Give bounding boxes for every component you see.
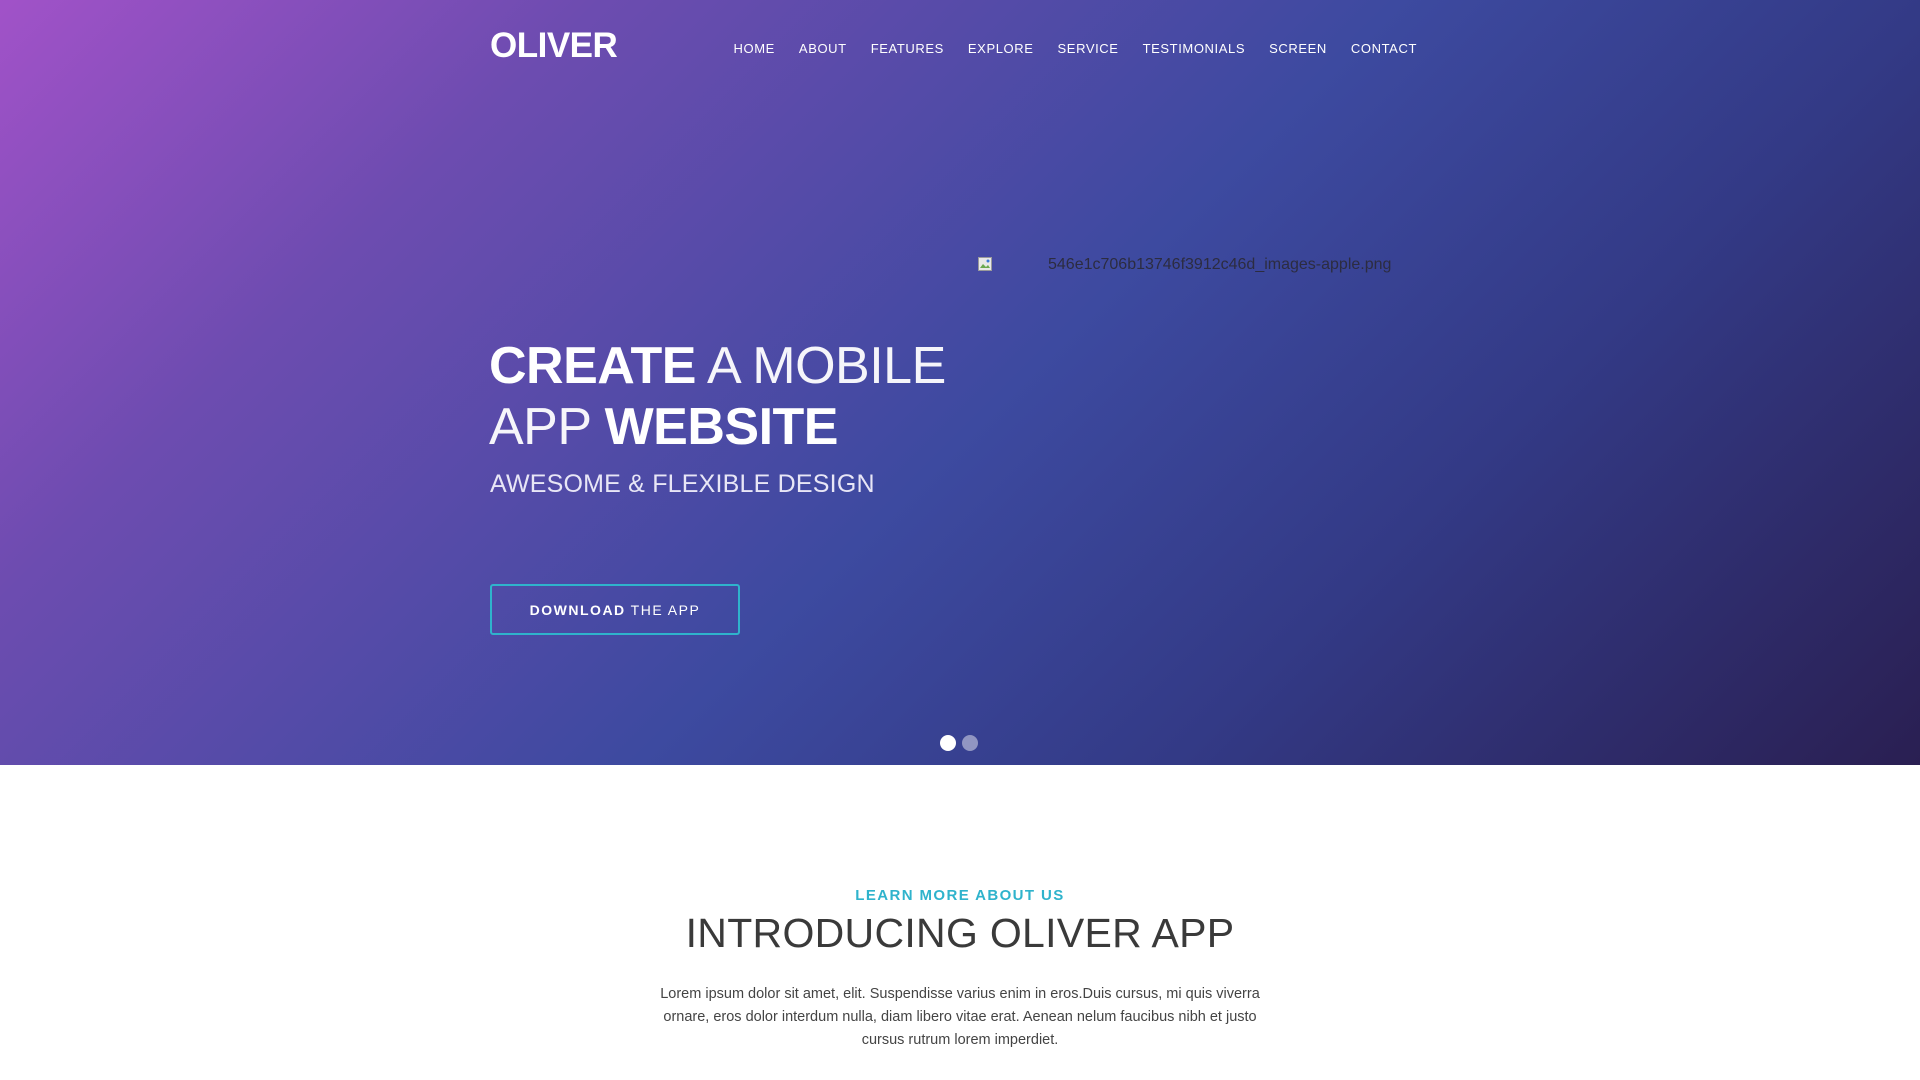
nav-item-features[interactable]: FEATURES xyxy=(871,41,944,56)
about-title: INTRODUCING OLIVER APP xyxy=(685,910,1235,956)
about-section: LEARN MORE ABOUT US INTRODUCING OLIVER A… xyxy=(0,765,1920,1080)
hero-section: OLIVER HOME ABOUT FEATURES EXPLORE SERVI… xyxy=(0,0,1920,765)
hero-image-alt-text: 546e1c706b13746f3912c46d_images-apple.pn… xyxy=(1048,256,1392,273)
nav-item-explore[interactable]: EXPLORE xyxy=(968,41,1034,56)
about-body: Lorem ipsum dolor sit amet, elit. Suspen… xyxy=(660,986,1260,1048)
hero-headline: CREATE A MOBILE APP WEBSITE xyxy=(489,336,946,458)
download-app-button-rest: THE APP xyxy=(630,601,701,618)
headline-word-app: APP xyxy=(489,398,605,456)
hero-subheadline: AWESOME & FLEXIBLE DESIGN xyxy=(490,470,875,498)
headline-word-create: CREATE xyxy=(489,337,696,395)
headline-word-website: WEBSITE xyxy=(604,398,839,456)
headline-phrase-a-mobile: A MOBILE xyxy=(695,337,946,395)
download-app-button-bold: DOWNLOAD xyxy=(529,601,626,618)
nav-item-service[interactable]: SERVICE xyxy=(1058,41,1119,56)
broken-image-icon xyxy=(978,257,994,273)
nav-item-home[interactable]: HOME xyxy=(734,41,775,56)
slider-dot[interactable] xyxy=(940,735,956,751)
slider-dot[interactable] xyxy=(962,735,978,751)
main-nav: HOME ABOUT FEATURES EXPLORE SERVICE TEST… xyxy=(734,41,1417,56)
slider-pagination xyxy=(940,735,978,751)
hero-phone-image: 546e1c706b13746f3912c46d_images-apple.pn… xyxy=(978,256,1391,274)
nav-item-about[interactable]: ABOUT xyxy=(799,41,847,56)
nav-item-screen[interactable]: SCREEN xyxy=(1269,41,1327,56)
nav-item-testimonials[interactable]: TESTIMONIALS xyxy=(1143,41,1246,56)
brand-logo[interactable]: OLIVER xyxy=(490,26,618,66)
about-eyebrow: LEARN MORE ABOUT US xyxy=(855,887,1065,904)
download-app-button[interactable]: DOWNLOAD THE APP xyxy=(490,584,740,635)
nav-item-contact[interactable]: CONTACT xyxy=(1351,41,1417,56)
